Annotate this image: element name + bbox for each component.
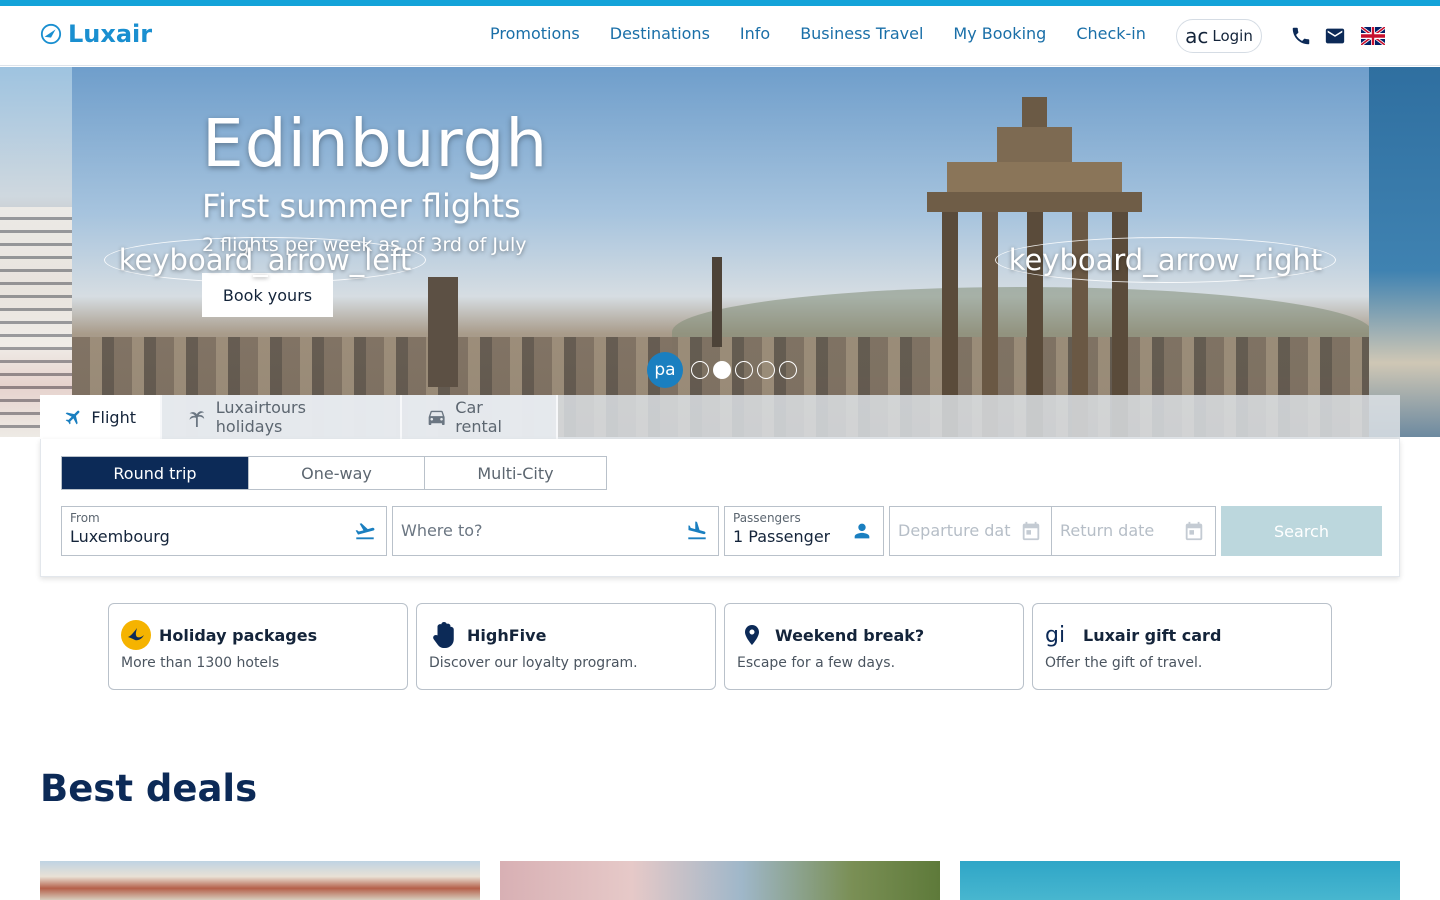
login-label: Login (1212, 27, 1253, 45)
brand-name: Luxair (68, 20, 153, 48)
tab-luxairtours-label: Luxairtours holidays (215, 398, 306, 436)
landing-icon (686, 520, 708, 542)
site-header: Luxair Promotions Destinations Info Busi… (0, 6, 1440, 66)
takeoff-icon (354, 520, 376, 542)
calendar-icon (1020, 520, 1042, 542)
calendar-icon (1183, 520, 1205, 542)
hand-icon (429, 620, 459, 650)
from-value: Luxembourg (70, 527, 170, 546)
best-deals-heading: Best deals (40, 767, 258, 810)
tab-flight-label: Flight (91, 407, 136, 427)
return-date-field[interactable]: Return date (1051, 506, 1216, 556)
main-nav: Promotions Destinations Info Business Tr… (490, 24, 1146, 43)
nav-check-in[interactable]: Check-in (1076, 24, 1146, 43)
deal-image[interactable] (500, 861, 940, 900)
booking-tabs: Flight Luxairtours holidays Car rental (40, 395, 1400, 439)
carousel-pause-button[interactable]: pa (647, 352, 683, 388)
card-title: Holiday packages (159, 626, 318, 645)
tab-car-rental[interactable]: Car rental (402, 395, 558, 439)
departure-placeholder: Departure dat (898, 521, 1011, 540)
passengers-label: Passengers (733, 511, 801, 525)
account-icon: ac (1185, 24, 1209, 48)
luxairtours-icon (121, 620, 151, 650)
card-title: HighFive (467, 626, 547, 645)
card-subtitle: Offer the gift of travel. (1045, 655, 1203, 671)
palm-icon (189, 411, 205, 427)
trip-type-selector: Round trip One-way Multi-City (61, 456, 607, 490)
location-pin-icon (737, 620, 767, 650)
carousel-dot-active[interactable] (713, 361, 731, 379)
departure-date-field[interactable]: Departure dat (889, 506, 1052, 556)
login-button[interactable]: ac Login (1176, 19, 1262, 53)
mail-icon[interactable] (1324, 25, 1346, 47)
passengers-field[interactable]: Passengers 1 Passenger (724, 506, 884, 556)
plane-icon (65, 410, 80, 425)
car-icon (428, 410, 445, 425)
nav-info[interactable]: Info (740, 24, 770, 43)
hero-title: Edinburgh (202, 105, 549, 182)
trip-one-way[interactable]: One-way (249, 457, 425, 489)
luxair-logo-icon (40, 23, 62, 45)
trip-multi-city[interactable]: Multi-City (425, 457, 606, 489)
card-holiday-packages[interactable]: Holiday packages More than 1300 hotels (108, 603, 408, 690)
nav-promotions[interactable]: Promotions (490, 24, 580, 43)
carousel-indicators: pa (647, 352, 797, 388)
card-subtitle: More than 1300 hotels (121, 655, 280, 671)
tab-luxairtours-holidays[interactable]: Luxairtours holidays (162, 395, 402, 439)
tab-flight[interactable]: Flight (40, 395, 162, 439)
card-title: Weekend break? (775, 626, 925, 645)
card-title: Luxair gift card (1083, 626, 1222, 645)
hero-subtitle: First summer flights (202, 187, 521, 225)
carousel-dot[interactable] (735, 361, 753, 379)
nav-my-booking[interactable]: My Booking (953, 24, 1046, 43)
uk-flag-icon[interactable] (1360, 25, 1386, 47)
luxair-logo[interactable]: Luxair (40, 20, 152, 48)
carousel-dot[interactable] (779, 361, 797, 379)
deal-image[interactable] (960, 861, 1400, 900)
return-placeholder: Return date (1060, 521, 1155, 540)
to-placeholder: Where to? (401, 521, 483, 540)
carousel-prev-button[interactable]: keyboard_arrow_left (104, 237, 426, 283)
carousel-next-button[interactable]: keyboard_arrow_right (995, 237, 1336, 283)
carousel-next-slide-peek (1369, 67, 1440, 437)
card-gift-card[interactable]: gi Luxair gift card Offer the gift of tr… (1032, 603, 1332, 690)
passengers-value: 1 Passenger (733, 527, 831, 546)
deal-image[interactable] (40, 861, 480, 900)
carousel-dot[interactable] (691, 361, 709, 379)
trip-round-trip[interactable]: Round trip (62, 457, 249, 489)
card-subtitle: Discover our loyalty program. (429, 655, 638, 671)
carousel-dot[interactable] (757, 361, 775, 379)
nav-destinations[interactable]: Destinations (610, 24, 710, 43)
gift-icon: gi (1045, 622, 1066, 648)
from-field[interactable]: From Luxembourg (61, 506, 387, 556)
person-icon (851, 520, 873, 542)
card-weekend-break[interactable]: Weekend break? Escape for a few days. (724, 603, 1024, 690)
search-button[interactable]: Search (1221, 506, 1382, 556)
tab-car-rental-label: Car rental (455, 398, 502, 436)
from-label: From (70, 511, 100, 525)
to-field[interactable]: Where to? (392, 506, 719, 556)
flight-search-panel: Round trip One-way Multi-City From Luxem… (40, 439, 1400, 577)
nav-business-travel[interactable]: Business Travel (800, 24, 923, 43)
carousel-prev-slide-peek (0, 67, 72, 437)
hero-carousel: Edinburgh First summer flights 2 flights… (72, 67, 1369, 437)
phone-icon[interactable] (1290, 25, 1312, 47)
card-highfive[interactable]: HighFive Discover our loyalty program. (416, 603, 716, 690)
card-subtitle: Escape for a few days. (737, 655, 896, 671)
